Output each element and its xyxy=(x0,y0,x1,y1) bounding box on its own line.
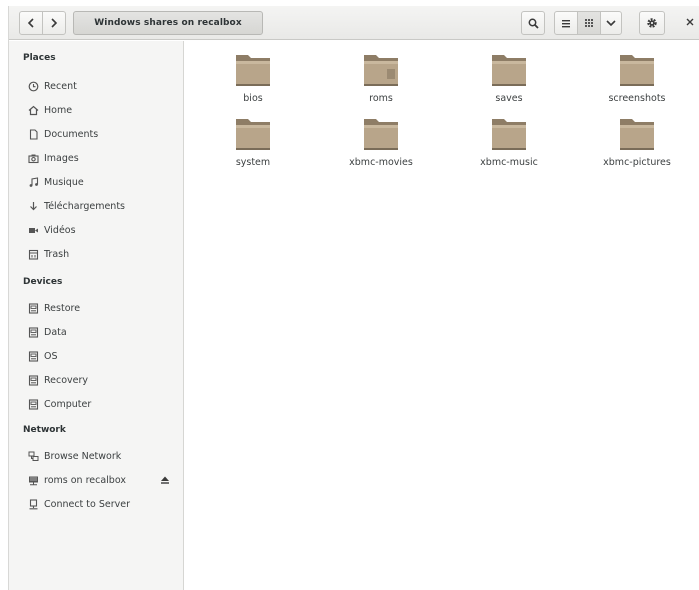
eject-button[interactable] xyxy=(159,474,171,486)
devices-section-title: Devices xyxy=(23,277,63,287)
sidebar-item-computer[interactable]: Computer xyxy=(27,395,177,413)
drive-icon xyxy=(27,302,40,315)
network-share-icon xyxy=(27,474,40,487)
sidebar-item-recovery[interactable]: Recovery xyxy=(27,371,177,389)
folder-item[interactable]: saves xyxy=(461,47,557,109)
trash-icon xyxy=(27,248,40,261)
folder-name: xbmc-music xyxy=(480,157,538,168)
grid-view-button[interactable] xyxy=(577,11,601,35)
list-view-button[interactable] xyxy=(554,11,578,35)
folder-name: bios xyxy=(243,93,263,104)
download-icon xyxy=(27,200,40,213)
folder-item[interactable]: xbmc-pictures xyxy=(589,111,685,173)
sidebar-item-label: Téléchargements xyxy=(44,200,125,212)
close-icon xyxy=(686,18,694,26)
folder-name: saves xyxy=(495,93,523,104)
sidebar-item-browse-network[interactable]: Browse Network xyxy=(27,447,177,465)
places-section-title: Places xyxy=(23,53,56,63)
drive-icon xyxy=(27,374,40,387)
sidebar-item-label: Connect to Server xyxy=(44,498,131,510)
sidebar-item-label: Musique xyxy=(44,176,84,188)
folder-item[interactable]: bios xyxy=(205,47,301,109)
sidebar-item-videos[interactable]: Vidéos xyxy=(27,221,177,239)
folder-name: roms xyxy=(369,93,393,104)
sidebar-item-label: Recovery xyxy=(44,374,89,386)
sidebar-item-roms-on-recalbox[interactable]: roms on recalbox xyxy=(27,471,177,489)
sidebar-item-label: Vidéos xyxy=(44,224,76,236)
chevron-right-icon xyxy=(51,18,58,28)
sidebar-item-connect-to-server[interactable]: Connect to Server xyxy=(27,495,177,513)
back-button[interactable] xyxy=(19,11,43,35)
sidebar-item-label: roms on recalbox xyxy=(44,474,126,486)
sidebar-item-data[interactable]: Data xyxy=(27,323,177,341)
grid-view-icon xyxy=(585,19,593,27)
gear-icon xyxy=(647,18,657,28)
sidebar-item-label: Documents xyxy=(44,128,99,140)
folder-name: xbmc-pictures xyxy=(603,157,671,168)
music-icon xyxy=(27,176,40,189)
sidebar-item-label: OS xyxy=(44,350,58,362)
folder-name: screenshots xyxy=(608,93,666,104)
folder-name: system xyxy=(235,157,271,168)
clock-icon xyxy=(27,80,40,93)
folder-icon xyxy=(620,55,654,86)
file-manager-window: Windows shares on recalbox Places Recent xyxy=(8,6,699,590)
home-icon xyxy=(27,104,40,117)
sidebar-item-label: Restore xyxy=(44,302,81,314)
forward-button[interactable] xyxy=(42,11,66,35)
sidebar-item-telechargements[interactable]: Téléchargements xyxy=(27,197,177,215)
path-bar-current-location[interactable]: Windows shares on recalbox xyxy=(73,11,263,35)
sidebar-item-images[interactable]: Images xyxy=(27,149,177,167)
drive-icon xyxy=(27,398,40,411)
sidebar-item-recent[interactable]: Recent xyxy=(27,77,177,95)
sidebar-item-label: Recent xyxy=(44,80,77,92)
sidebar-item-documents[interactable]: Documents xyxy=(27,125,177,143)
sidebar-item-restore[interactable]: Restore xyxy=(27,299,177,317)
folder-name: xbmc-movies xyxy=(349,157,413,168)
file-view: bios roms saves screenshots system xbmc-… xyxy=(185,41,699,590)
network-section-title: Network xyxy=(23,425,66,435)
search-icon xyxy=(528,18,539,29)
sidebar-item-os[interactable]: OS xyxy=(27,347,177,365)
eject-icon xyxy=(161,476,169,484)
document-icon xyxy=(27,128,40,141)
list-view-icon xyxy=(562,19,570,27)
search-button[interactable] xyxy=(521,11,545,35)
camera-icon xyxy=(27,152,40,165)
folder-icon xyxy=(620,119,654,150)
folder-item[interactable]: system xyxy=(205,111,301,173)
sidebar-item-label: Computer xyxy=(44,398,92,410)
folder-icon xyxy=(236,119,270,150)
folder-item[interactable]: roms xyxy=(333,47,429,109)
menu-button[interactable] xyxy=(639,11,665,35)
chevron-down-icon xyxy=(606,19,616,26)
sidebar-item-label: Home xyxy=(44,104,73,116)
server-icon xyxy=(27,498,40,511)
sidebar-item-musique[interactable]: Musique xyxy=(27,173,177,191)
video-icon xyxy=(27,224,40,237)
folder-icon xyxy=(236,55,270,86)
drive-icon xyxy=(27,350,40,363)
header-bar: Windows shares on recalbox xyxy=(9,6,699,40)
sidebar-item-label: Browse Network xyxy=(44,450,122,462)
folder-icon xyxy=(492,55,526,86)
sidebar-item-label: Data xyxy=(44,326,67,338)
folder-item[interactable]: xbmc-movies xyxy=(333,111,429,173)
folder-icon xyxy=(492,119,526,150)
folder-icon xyxy=(364,55,398,86)
sidebar-item-label: Images xyxy=(44,152,79,164)
sidebar-item-home[interactable]: Home xyxy=(27,101,177,119)
folder-item[interactable]: xbmc-music xyxy=(461,111,557,173)
view-options-button[interactable] xyxy=(600,11,622,35)
folder-item[interactable]: screenshots xyxy=(589,47,685,109)
chevron-left-icon xyxy=(27,18,34,28)
sidebar: Places Recent Home Documents Images Musi… xyxy=(9,41,184,590)
drive-icon xyxy=(27,326,40,339)
sidebar-item-label: Trash xyxy=(44,248,70,260)
folder-icon xyxy=(364,119,398,150)
sidebar-item-trash[interactable]: Trash xyxy=(27,245,177,263)
path-label: Windows shares on recalbox xyxy=(94,18,242,28)
close-button[interactable] xyxy=(683,15,697,29)
network-icon xyxy=(27,450,40,463)
